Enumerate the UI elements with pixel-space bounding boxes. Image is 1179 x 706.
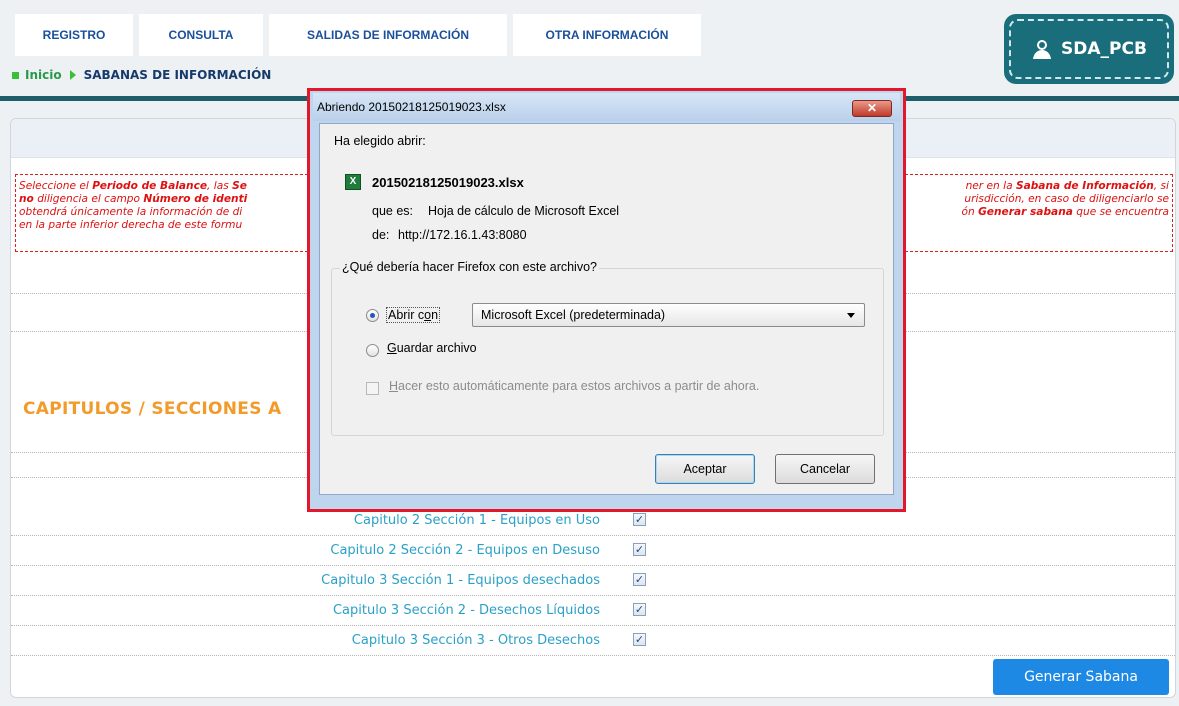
download-dialog: Abriendo 20150218125019023.xlsx ✕ Ha ele… bbox=[307, 88, 906, 512]
type-value: Hoja de cálculo de Microsoft Excel bbox=[428, 204, 620, 218]
list-item: Capitulo 3 Sección 3 - Otros Desechos ✓ bbox=[11, 626, 1175, 656]
user-name: SDA_PCB bbox=[1061, 39, 1147, 59]
list-item: Capitulo 3 Sección 2 - Desechos Líquidos… bbox=[11, 596, 1175, 626]
instructions-line-1-right: ner en la Sabana de Información, si bbox=[965, 180, 1169, 192]
generate-sabana-button[interactable]: Generar Sabana bbox=[993, 659, 1169, 695]
tab-registro[interactable]: REGISTRO bbox=[15, 14, 133, 56]
save-file-radio[interactable] bbox=[366, 344, 379, 357]
user-badge[interactable]: SDA_PCB bbox=[1004, 14, 1174, 84]
instructions-line-3-right: ón Generar sabana que se encuentra bbox=[961, 206, 1169, 218]
chevron-right-icon bbox=[69, 70, 76, 80]
breadcrumb-current: SABANAS DE INFORMACIÓN bbox=[83, 68, 272, 82]
auto-checkbox-label: Hacer esto automáticamente para estos ar… bbox=[389, 379, 760, 393]
close-icon[interactable]: ✕ bbox=[852, 100, 892, 117]
capitulo-label: Capitulo 3 Sección 3 - Otros Desechos bbox=[351, 633, 600, 648]
action-groupbox: ¿Qué debería hacer Firefox con este arch… bbox=[331, 260, 884, 436]
from-label: de: bbox=[372, 228, 390, 242]
from-value: http://172.16.1.43:8080 bbox=[398, 228, 527, 242]
instructions-line-1-left: Seleccione el Periodo de Balance, las Se bbox=[19, 180, 247, 192]
breadcrumb-home-link[interactable]: Inicio bbox=[25, 68, 62, 82]
capitulo-label: Capitulo 2 Sección 2 - Equipos en Desuso bbox=[330, 543, 600, 558]
chosen-label: Ha elegido abrir: bbox=[334, 134, 426, 148]
tab-salidas-de-informacion[interactable]: SALIDAS DE INFORMACIÓN bbox=[269, 14, 507, 56]
capitulo-label: Capitulo 3 Sección 1 - Equipos desechado… bbox=[321, 573, 600, 588]
dialog-titlebar[interactable]: Abriendo 20150218125019023.xlsx ✕ bbox=[313, 93, 900, 121]
capitulo-label: Capitulo 3 Sección 2 - Desechos Líquidos bbox=[332, 603, 600, 618]
open-with-radio[interactable] bbox=[366, 309, 379, 322]
capitulo-checkbox[interactable]: ✓ bbox=[633, 573, 646, 586]
capitulo-checkbox[interactable]: ✓ bbox=[633, 543, 646, 556]
accept-button[interactable]: Aceptar bbox=[655, 454, 755, 484]
top-bar: REGISTRO CONSULTA SALIDAS DE INFORMACIÓN… bbox=[0, 0, 1179, 96]
instructions-line-2-right: urisdicción, en caso de diligenciarlo se bbox=[964, 193, 1169, 205]
capitulo-label: Capitulo 2 Sección 1 - Equipos en Uso bbox=[353, 513, 600, 528]
save-file-label[interactable]: Guardar archivo bbox=[387, 341, 477, 355]
list-item: Capitulo 3 Sección 1 - Equipos desechado… bbox=[11, 566, 1175, 596]
type-label: que es: bbox=[372, 204, 414, 218]
bullet-icon bbox=[12, 71, 19, 79]
excel-file-icon: X bbox=[345, 174, 361, 190]
application-select[interactable]: Microsoft Excel (predeterminada) bbox=[472, 303, 865, 327]
open-with-label[interactable]: Abrir con bbox=[386, 307, 441, 323]
tab-otra-informacion[interactable]: OTRA INFORMACIÓN bbox=[513, 14, 701, 56]
capitulo-checkbox[interactable]: ✓ bbox=[633, 513, 646, 526]
dialog-body: Ha elegido abrir: X 20150218125019023.xl… bbox=[319, 123, 894, 495]
list-item: Capitulo 2 Sección 2 - Equipos en Desuso… bbox=[11, 536, 1175, 566]
application-select-value: Microsoft Excel (predeterminada) bbox=[481, 308, 666, 322]
dialog-title: Abriendo 20150218125019023.xlsx bbox=[317, 100, 506, 114]
instructions-line-3-left: obtendrá únicamente la información de di bbox=[19, 206, 243, 218]
tab-consulta[interactable]: CONSULTA bbox=[139, 14, 263, 56]
cancel-button[interactable]: Cancelar bbox=[775, 454, 875, 484]
auto-checkbox[interactable] bbox=[366, 382, 379, 395]
breadcrumb: Inicio SABANAS DE INFORMACIÓN bbox=[12, 68, 271, 82]
instructions-line-2-left: no diligencia el campo Número de identi bbox=[19, 193, 248, 205]
user-icon bbox=[1033, 40, 1052, 59]
file-name: 20150218125019023.xlsx bbox=[372, 175, 524, 190]
section-title: CAPITULOS / SECCIONES A bbox=[23, 399, 282, 419]
divider bbox=[11, 655, 1175, 656]
capitulo-checkbox[interactable]: ✓ bbox=[633, 633, 646, 646]
capitulo-checkbox[interactable]: ✓ bbox=[633, 603, 646, 616]
question-legend: ¿Qué debería hacer Firefox con este arch… bbox=[340, 260, 599, 274]
instructions-line-4-left: en la parte inferior derecha de este for… bbox=[19, 219, 243, 231]
chevron-down-icon bbox=[847, 313, 855, 318]
